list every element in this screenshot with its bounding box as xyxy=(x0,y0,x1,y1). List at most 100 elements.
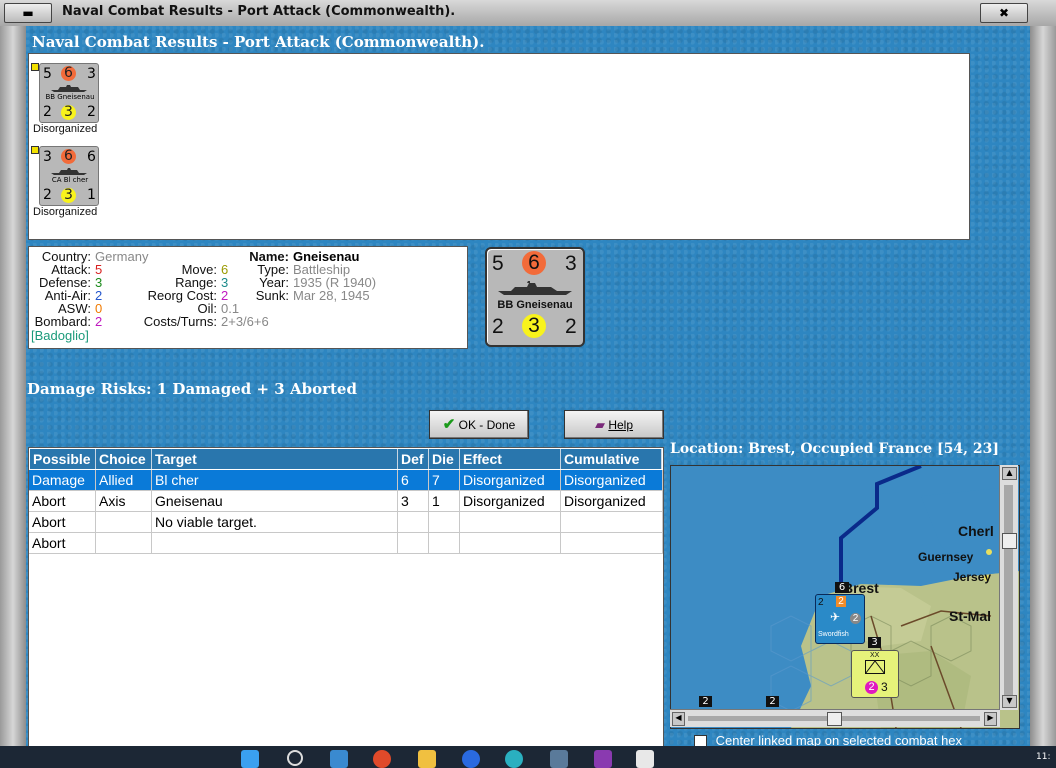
counter-range: 6 xyxy=(87,149,96,165)
bombard-label: Bombard: xyxy=(34,314,91,329)
battleship-icon xyxy=(498,281,572,295)
unit-counter[interactable]: 3 6 6 CA Bl cher 2 3 1 xyxy=(39,146,99,206)
help-button[interactable]: ▰ Help xyxy=(564,410,664,439)
scroll-down-icon[interactable]: ▼ xyxy=(1002,695,1017,708)
col-def[interactable]: Def xyxy=(398,449,429,469)
system-menu-button[interactable]: ▬ xyxy=(4,3,52,23)
unit-flag-icon xyxy=(31,146,39,154)
sunk-label: Sunk: xyxy=(255,288,289,303)
scroll-thumb[interactable] xyxy=(1002,533,1017,549)
stack-count-badge: 6 xyxy=(835,582,849,593)
scroll-up-icon[interactable]: ▲ xyxy=(1002,467,1017,480)
col-die[interactable]: Die xyxy=(429,449,460,469)
unit-counter[interactable]: 5 6 3 BB Gneisenau 2 3 2 xyxy=(39,63,99,123)
cell-def xyxy=(398,533,429,554)
cruiser-icon xyxy=(51,168,87,175)
game-icon[interactable] xyxy=(594,750,612,768)
counter-range: 3 xyxy=(565,252,577,275)
counter-move: 6 xyxy=(61,66,76,81)
unit-size-label: XX xyxy=(870,652,880,659)
unit-status: Disorganized xyxy=(33,123,98,135)
map-horizontal-scrollbar[interactable]: ◀ ▶ xyxy=(670,709,1000,727)
counter-name: BB Gneisenau xyxy=(497,299,573,311)
counter-defense: 2 xyxy=(492,315,504,338)
dialog-body: Naval Combat Results - Port Attack (Comm… xyxy=(26,26,1030,746)
badoglio-note: [Badoglio] xyxy=(31,328,89,343)
counter-aa: 3 xyxy=(61,105,76,120)
land-unit-strength: 2 xyxy=(865,681,878,694)
window-titlebar: ▬ Naval Combat Results - Port Attack (Co… xyxy=(0,0,1056,27)
center-map-checkbox-row[interactable]: Center linked map on selected combat hex xyxy=(694,733,962,746)
close-button[interactable]: ✖ xyxy=(980,3,1028,23)
counter-aa: 3 xyxy=(61,188,76,203)
app-icon[interactable] xyxy=(330,750,348,768)
cell-possible: Abort xyxy=(29,533,96,554)
stack-count-badge: 2 xyxy=(766,696,779,707)
air-unit-value-c: 2 xyxy=(850,613,861,624)
map-vertical-scrollbar[interactable]: ▲ ▼ xyxy=(999,465,1018,710)
col-choice[interactable]: Choice xyxy=(96,449,152,469)
table-row[interactable]: Damage Allied Bl cher 6 7 Disorganized D… xyxy=(29,470,663,491)
help-app-icon[interactable] xyxy=(462,750,480,768)
air-unit-value-a: 2 xyxy=(818,597,824,608)
col-target[interactable]: Target xyxy=(152,449,398,469)
costs-label: Costs/Turns: xyxy=(143,314,217,329)
map-land-unit-counter[interactable]: XX 2 3 xyxy=(851,650,899,698)
scroll-thumb[interactable] xyxy=(827,712,842,726)
counter-name: BB Gneisenau xyxy=(45,93,95,101)
air-unit-value-b: 2 xyxy=(836,596,846,607)
search-icon[interactable] xyxy=(287,750,303,766)
counter-attack: 5 xyxy=(43,66,52,82)
cell-choice: Allied xyxy=(96,470,152,491)
window-frame-right xyxy=(1030,26,1056,746)
aircraft-icon: ✈ xyxy=(830,610,841,624)
cell-cumulative: Disorganized xyxy=(561,491,663,512)
cell-die xyxy=(429,533,460,554)
col-effect[interactable]: Effect xyxy=(460,449,561,469)
cell-die xyxy=(429,512,460,533)
counter-attack: 3 xyxy=(43,149,52,165)
map-label-stmalo: St-Mal xyxy=(949,608,991,624)
edge-icon[interactable] xyxy=(505,750,523,768)
cell-effect xyxy=(460,512,561,533)
battleship-icon xyxy=(51,85,87,92)
checkmark-icon: ✔ xyxy=(442,416,456,433)
col-possible[interactable]: Possible xyxy=(30,449,96,469)
scroll-track xyxy=(1004,485,1013,695)
scroll-right-icon[interactable]: ▶ xyxy=(984,712,997,726)
counter-move: 6 xyxy=(61,149,76,164)
calculator-icon[interactable] xyxy=(550,750,568,768)
air-unit-name: Swordfish xyxy=(818,631,849,638)
map-air-unit-counter[interactable]: 2 2 2 ✈ Swordfish xyxy=(815,594,865,644)
active-window-icon[interactable] xyxy=(636,750,654,768)
cell-die: 1 xyxy=(429,491,460,512)
start-icon[interactable] xyxy=(241,750,259,768)
ok-done-button[interactable]: ✔ OK - Done xyxy=(429,410,529,439)
table-row[interactable]: Abort No viable target. xyxy=(29,512,663,533)
cell-choice xyxy=(96,512,152,533)
costs-value: 2+3/6+6 xyxy=(221,314,269,329)
ok-done-label: OK - Done xyxy=(458,418,516,432)
folder-icon[interactable] xyxy=(418,750,436,768)
unit-info-panel: Country: Germany Attack: 5 Defense: 3 An… xyxy=(28,246,468,349)
clock: 11: xyxy=(1036,752,1051,762)
cell-def: 6 xyxy=(398,470,429,491)
window-frame-left xyxy=(0,26,26,746)
center-map-checkbox[interactable] xyxy=(694,735,707,746)
table-row[interactable]: Abort xyxy=(29,533,663,554)
stack-count-badge: 2 xyxy=(699,696,712,707)
sunk-value: Mar 28, 1945 xyxy=(293,288,370,303)
map-label-guernsey: Guernsey xyxy=(918,550,974,564)
chrome-icon[interactable] xyxy=(373,750,391,768)
counter-asw: 2 xyxy=(565,315,577,338)
cell-possible: Damage xyxy=(29,470,96,491)
counter-defense: 2 xyxy=(43,104,52,120)
cell-choice: Axis xyxy=(96,491,152,512)
counter-defense: 2 xyxy=(43,187,52,203)
cell-def xyxy=(398,512,429,533)
damage-risks-summary: Damage Risks: 1 Damaged + 3 Aborted xyxy=(27,380,357,398)
scroll-left-icon[interactable]: ◀ xyxy=(672,712,685,726)
col-cumulative[interactable]: Cumulative xyxy=(561,449,662,469)
linked-map[interactable]: Cherl Guernsey Jersey Brest St-Mal 6 2 2… xyxy=(670,465,1020,729)
table-row[interactable]: Abort Axis Gneisenau 3 1 Disorganized Di… xyxy=(29,491,663,512)
